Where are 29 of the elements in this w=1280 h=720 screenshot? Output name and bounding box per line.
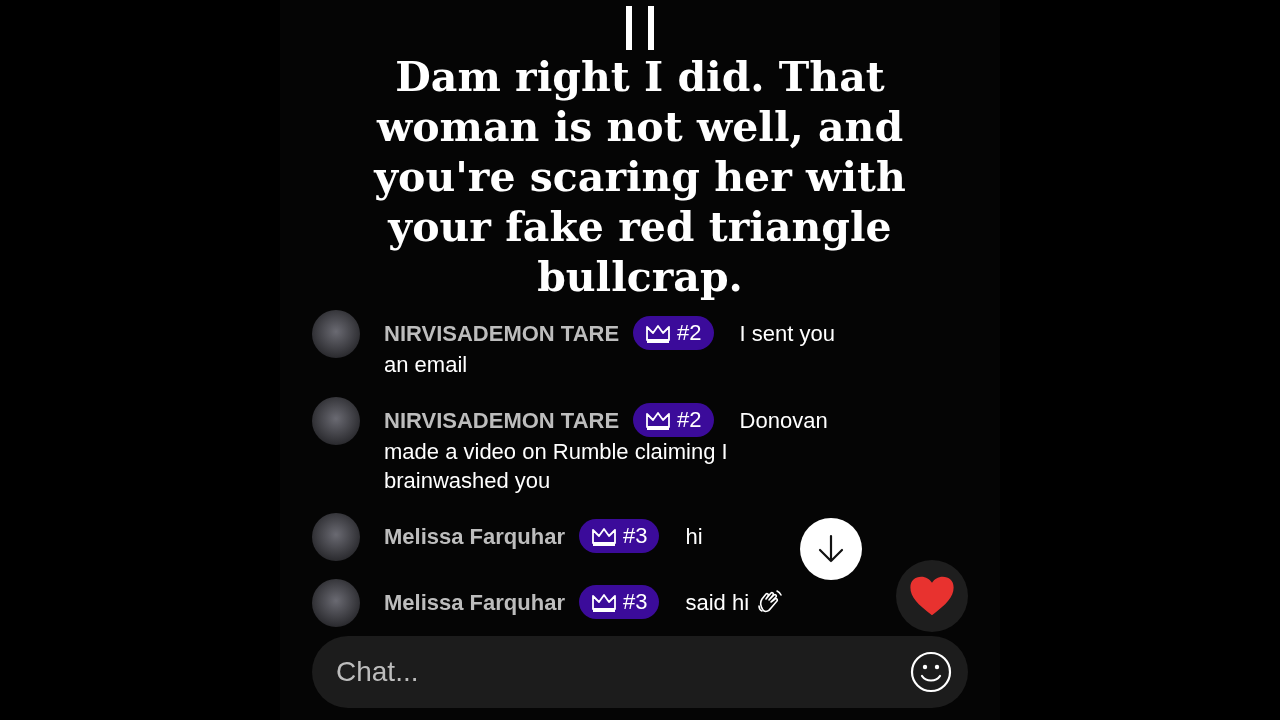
message-text: an email [384, 351, 468, 379]
crown-icon [645, 410, 672, 430]
rank-badge: #3 [578, 519, 660, 553]
waving-hand-icon [757, 589, 784, 615]
avatar [312, 310, 360, 358]
pause-icon[interactable] [624, 6, 656, 50]
crown-icon [645, 323, 672, 343]
message-text: I sent you [739, 319, 835, 348]
avatar [312, 579, 360, 627]
rank-badge: #2 [633, 316, 714, 350]
message-text: Donovan [739, 406, 828, 435]
message-text: made a video on Rumble claiming I [384, 438, 728, 466]
crown-icon [590, 592, 617, 612]
username: Melissa Farquhar [384, 522, 565, 551]
message-text: said hi [685, 588, 750, 617]
avatar [312, 513, 360, 561]
username: NIRVISADEMON TARE [384, 319, 620, 348]
username: NIRVISADEMON TARE [384, 406, 620, 435]
message-text: brainwashed you [384, 467, 551, 495]
chat-input[interactable]: Chat... [312, 636, 968, 708]
avatar [312, 397, 360, 445]
caption-text: Dam right I did. That woman is not well, and you're scaring her with your fake red triangle bullcrap. [372, 52, 907, 302]
username: Melissa Farquhar [384, 588, 565, 617]
message-text: hi [685, 522, 703, 551]
rank-badge: #3 [578, 585, 660, 619]
rank-badge: #2 [633, 403, 714, 437]
heart-icon [908, 574, 956, 618]
crown-icon [590, 526, 617, 546]
smiley-icon[interactable] [910, 651, 952, 693]
